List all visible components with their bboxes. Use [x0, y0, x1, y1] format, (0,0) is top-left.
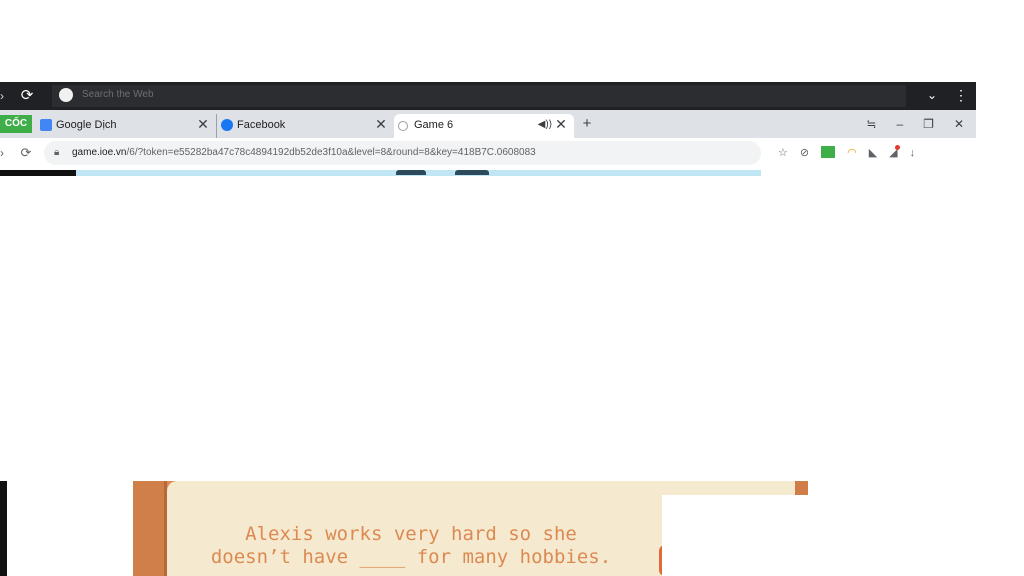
tab-search-icon[interactable]: ≒ — [866, 117, 876, 131]
extension-icons: ☆ ⊘ ◠ ◣ ◢ ↓ — [778, 145, 915, 161]
web-search-box[interactable]: Search the Web — [52, 85, 906, 107]
left-black-edge — [0, 481, 7, 576]
new-tab-icon[interactable]: + — [580, 116, 594, 131]
bookmark-star-icon[interactable]: ☆ — [778, 145, 788, 161]
loading-icon — [398, 121, 408, 131]
banner-figure — [396, 170, 426, 175]
blank-region — [662, 495, 808, 576]
profile-extension-icon[interactable]: ◢ — [889, 145, 901, 161]
question-text: Alexis works very hard so she doesn’t ha… — [165, 523, 657, 569]
tab-facebook[interactable]: Facebook ✕ — [216, 114, 394, 138]
url-text[interactable]: game.ioe.vn/6/?token=e55282ba47c78c48941… — [72, 147, 536, 158]
tag-icon[interactable]: ⊘ — [800, 145, 809, 161]
game-banner-strip — [0, 170, 761, 176]
question-line-1: Alexis works very hard so she — [245, 523, 577, 545]
banner-figure — [455, 170, 489, 175]
tab-strip: CỐC Google Dịch ✕ Facebook ✕ Game 6 ◀)) … — [0, 110, 976, 138]
minimize-icon[interactable]: – — [896, 117, 903, 131]
banner-dark-segment — [0, 170, 76, 176]
download-icon[interactable]: ↓ — [910, 145, 916, 161]
tab-google-dich[interactable]: Google Dịch ✕ — [36, 114, 216, 138]
rainbow-extension-icon[interactable]: ◠ — [847, 145, 857, 161]
tab-game-6[interactable]: Game 6 ◀)) ✕ — [394, 114, 574, 138]
url-host: game.ioe.vn — [72, 147, 127, 158]
address-toolbar: › ⟳ 🔒︎ game.ioe.vn/6/?token=e55282ba47c7… — [0, 138, 976, 170]
facebook-icon — [221, 119, 233, 131]
close-icon[interactable]: ✕ — [554, 117, 568, 131]
reload-icon[interactable]: ⟳ — [18, 145, 34, 161]
restore-icon[interactable]: ❐ — [923, 117, 934, 131]
tab-label: Game 6 — [414, 119, 454, 131]
google-translate-icon — [40, 119, 52, 131]
url-path: /6/?token=e55282ba47c78c4894192db52de3f1… — [126, 147, 536, 158]
url-bar[interactable]: 🔒︎ game.ioe.vn/6/?token=e55282ba47c78c48… — [44, 141, 761, 165]
wood-frame-right — [795, 481, 808, 495]
lock-icon[interactable]: 🔒︎ — [54, 147, 64, 159]
shoe-extension-icon[interactable]: ◣ — [869, 145, 877, 161]
forward-arrow-icon[interactable]: › — [0, 146, 6, 160]
close-window-icon[interactable]: ✕ — [954, 117, 964, 131]
tab-label: Google Dịch — [56, 119, 117, 131]
search-placeholder: Search the Web — [82, 89, 154, 100]
menu-kebab-icon[interactable]: ⋮ — [954, 87, 968, 103]
search-toolbar: › ⟳ Search the Web ⌄ ⋮ — [0, 82, 976, 110]
forward-arrow-icon[interactable]: › — [0, 88, 10, 104]
globe-icon — [59, 88, 73, 102]
wood-frame-left — [133, 481, 167, 576]
tab-label: Facebook — [237, 119, 286, 131]
speaker-icon[interactable]: ◀)) — [538, 119, 552, 130]
close-icon[interactable]: ✕ — [196, 117, 210, 131]
question-line-2: doesn’t have ____ for many hobbies. — [210, 546, 612, 568]
window-controls: ≒ – ❐ ✕ — [866, 117, 976, 131]
green-extension-icon[interactable] — [821, 146, 836, 158]
reload-icon[interactable]: ⟳ — [18, 87, 36, 105]
chevron-down-icon[interactable]: ⌄ — [926, 89, 938, 101]
coc-coc-tab[interactable]: CỐC — [0, 115, 32, 133]
close-icon[interactable]: ✕ — [374, 117, 388, 131]
